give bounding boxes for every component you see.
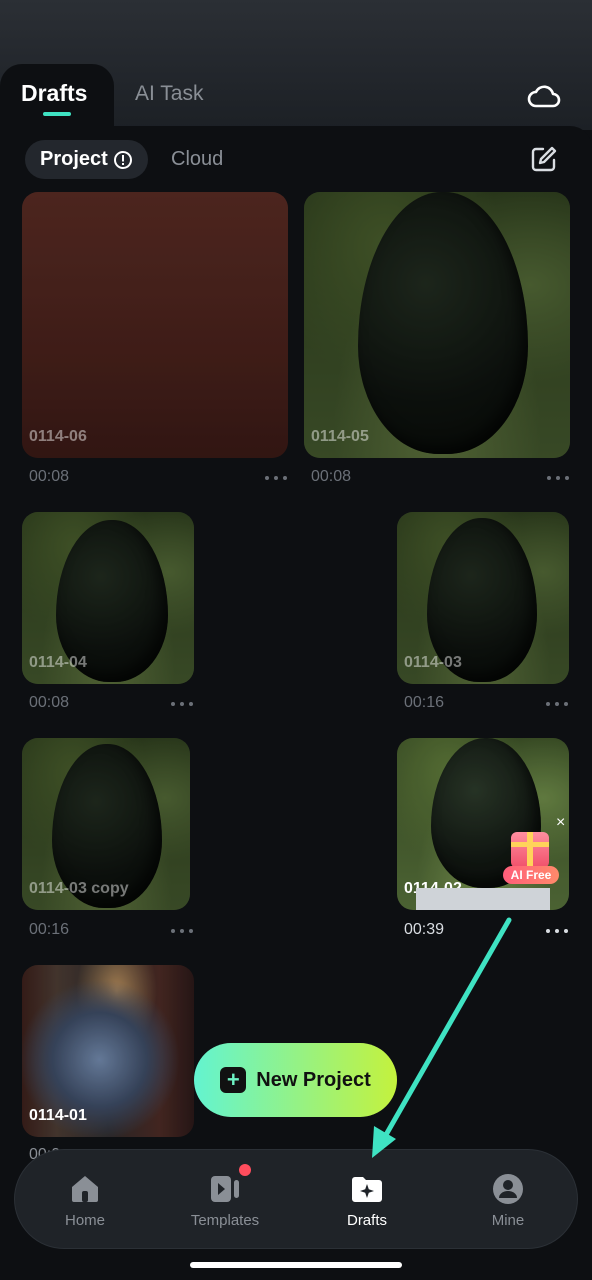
home-indicator: [190, 1262, 402, 1268]
annotation-arrow: [372, 917, 512, 1158]
